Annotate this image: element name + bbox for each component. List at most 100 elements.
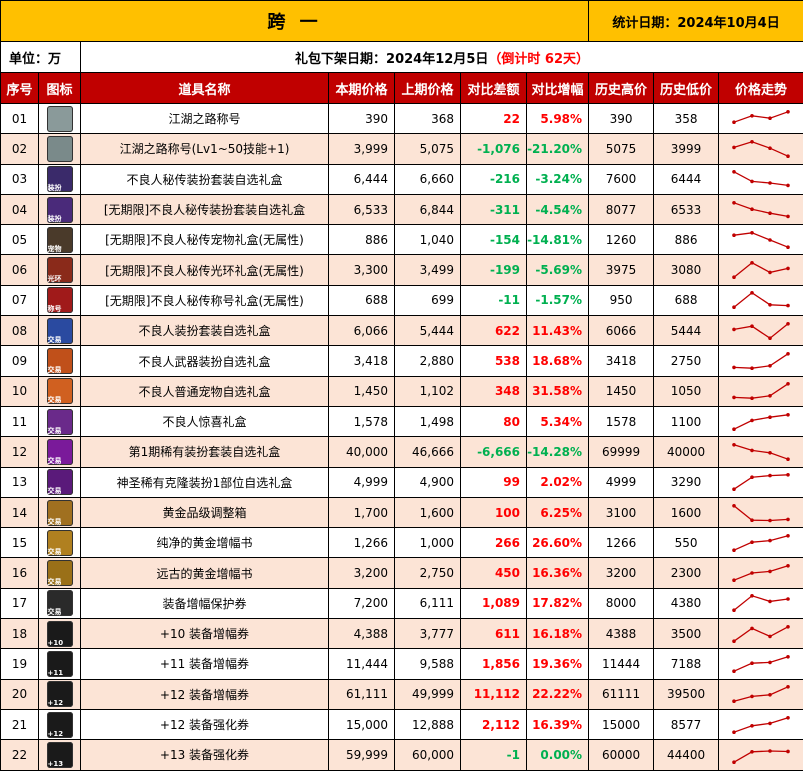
price-trend-sparkline (731, 138, 791, 160)
previous-price: 60,000 (395, 740, 461, 770)
price-trend-cell (719, 164, 803, 194)
row-index: 07 (1, 285, 39, 315)
row-index: 02 (1, 134, 39, 164)
trend-point (750, 366, 754, 370)
trend-point (768, 364, 772, 368)
trend-point (750, 594, 754, 598)
trend-point (768, 570, 772, 574)
previous-price: 1,040 (395, 225, 461, 255)
current-price: 40,000 (329, 437, 395, 467)
trend-point (750, 114, 754, 118)
trend-point (786, 352, 790, 356)
trend-point (732, 427, 736, 431)
icon-tag: +11 (48, 669, 64, 677)
price-change: -1.57% (527, 285, 589, 315)
price-trend-sparkline (731, 289, 791, 311)
trend-line (734, 263, 788, 277)
current-price: 1,700 (329, 497, 395, 527)
trend-point (732, 760, 736, 764)
price-diff: -6,666 (461, 437, 527, 467)
trend-point (768, 146, 772, 150)
amplify-ticket-icon: +12 (47, 681, 73, 707)
current-price: 4,388 (329, 619, 395, 649)
price-diff: -216 (461, 164, 527, 194)
price-trend-sparkline (731, 471, 791, 493)
price-diff: 99 (461, 467, 527, 497)
price-trend-cell (719, 255, 803, 285)
trend-point (732, 443, 736, 447)
previous-price: 6,111 (395, 588, 461, 618)
row-index: 01 (1, 104, 39, 134)
price-trend-sparkline (731, 592, 791, 614)
trend-point (732, 327, 736, 331)
history-high: 4388 (589, 619, 654, 649)
col-history-low: 历史低价 (654, 73, 719, 104)
row-index: 04 (1, 194, 39, 224)
icon-tag: 交易 (48, 336, 62, 344)
trend-point (732, 146, 736, 150)
history-low: 39500 (654, 679, 719, 709)
trend-line (734, 657, 788, 671)
icon-tag: 宠物 (48, 245, 62, 253)
trend-point (732, 669, 736, 673)
icon-tag: 交易 (48, 608, 62, 616)
table-row: 06光环[无期限]不良人秘传光环礼盒(无属性)3,3003,499-199-5.… (1, 255, 803, 285)
table-row: 12交易第1期稀有装扮套装自选礼盒40,00046,666-6,666-14.2… (1, 437, 803, 467)
current-price: 3,300 (329, 255, 395, 285)
purple-orb-icon: 交易 (47, 409, 73, 435)
row-index: 15 (1, 528, 39, 558)
current-price: 6,533 (329, 194, 395, 224)
trend-point (732, 504, 736, 508)
unit-label: 单位：万 (1, 42, 81, 73)
history-low: 1600 (654, 497, 719, 527)
trend-line (734, 751, 788, 762)
icon-tag: 交易 (48, 548, 62, 556)
icon-tag: 称号 (48, 305, 62, 313)
trend-point (732, 548, 736, 552)
previous-price: 1,102 (395, 376, 461, 406)
history-high: 61111 (589, 679, 654, 709)
subheader-row: 单位：万 礼包下架日期：2024年12月5日（倒计时 62天） (1, 42, 803, 73)
trend-point (732, 578, 736, 582)
price-diff: 348 (461, 376, 527, 406)
history-high: 3975 (589, 255, 654, 285)
trend-point (768, 634, 772, 638)
history-low: 5444 (654, 316, 719, 346)
trend-point (750, 449, 754, 453)
history-low: 1100 (654, 406, 719, 436)
trend-point (786, 473, 790, 477)
previous-price: 1,000 (395, 528, 461, 558)
history-high: 7600 (589, 164, 654, 194)
trend-point (732, 366, 736, 370)
table-row: 17交易装备增幅保护券7,2006,1111,08917.82%80004380 (1, 588, 803, 618)
price-trend-sparkline (731, 714, 791, 736)
orange-orb-icon: 交易 (47, 348, 73, 374)
row-index: 11 (1, 406, 39, 436)
table-row: 10交易不良人普通宠物自选礼盒1,4501,10234831.58%145010… (1, 376, 803, 406)
history-high: 8000 (589, 588, 654, 618)
previous-price: 5,444 (395, 316, 461, 346)
item-name: [无期限]不良人秘传称号礼盒(无属性) (81, 285, 329, 315)
table-row: 01江湖之路称号390368225.98%390358 (1, 104, 803, 134)
price-change: 5.98% (527, 104, 589, 134)
price-trend-cell (719, 437, 803, 467)
price-change: 5.34% (527, 406, 589, 436)
price-diff: 1,089 (461, 588, 527, 618)
item-icon-cell: 交易 (39, 497, 81, 527)
price-trend-cell (719, 558, 803, 588)
item-icon-cell: +11 (39, 649, 81, 679)
history-high: 1450 (589, 376, 654, 406)
trend-point (768, 415, 772, 419)
history-low: 2750 (654, 346, 719, 376)
price-trend-cell (719, 740, 803, 770)
trend-point (786, 184, 790, 188)
price-diff: -1,076 (461, 134, 527, 164)
price-change: 19.36% (527, 649, 589, 679)
row-index: 22 (1, 740, 39, 770)
trend-point (786, 382, 790, 386)
row-index: 10 (1, 376, 39, 406)
table-row: 03装扮不良人秘传装扮套装自选礼盒6,4446,660-216-3.24%760… (1, 164, 803, 194)
price-trend-sparkline (731, 653, 791, 675)
history-low: 1050 (654, 376, 719, 406)
price-trend-cell (719, 134, 803, 164)
